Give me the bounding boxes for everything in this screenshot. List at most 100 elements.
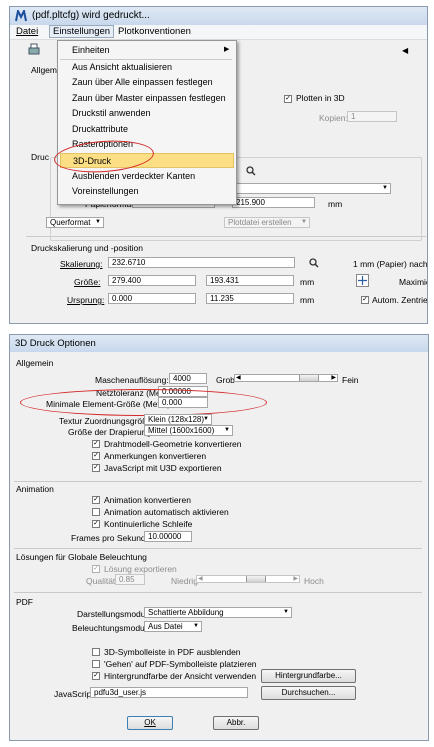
paper-height-field[interactable]: 215.900 (232, 197, 315, 208)
menu-item-voreinstellungen[interactable]: Voreinstellungen (60, 184, 234, 199)
menu-item-druckstil[interactable]: Druckstil anwenden (60, 106, 234, 121)
quality-slider[interactable]: ◀ ▶ (196, 575, 300, 583)
texture-mapping-value: Klein (128x128) (148, 415, 205, 424)
mesh-slider[interactable]: ◀ ▶ (234, 374, 338, 382)
javascript-u3d-checkbox[interactable]: ✓ (92, 464, 100, 472)
origin-y-field[interactable]: 11.235 (206, 293, 294, 304)
menu-item-label: Aus Ansicht aktualisieren (72, 62, 173, 72)
print-window: (pdf.pltcfg) wird gedruckt... Datei Eins… (9, 6, 428, 324)
menu-einstellungen[interactable]: Einstellungen (49, 25, 115, 38)
origin-x-field[interactable]: 0.000 (108, 293, 196, 304)
menu-item-zaun-alle[interactable]: Zaun über Alle einpassen festlegen (60, 75, 234, 90)
lighting-mode-value: Aus Datei (148, 622, 183, 631)
section-divider (14, 481, 422, 482)
menu-item-druckattribute[interactable]: Druckattribute (60, 122, 234, 137)
ok-button[interactable]: OK (127, 716, 173, 730)
browse-button[interactable]: Durchsuchen... (261, 686, 356, 700)
divider (26, 236, 426, 237)
size-width-field[interactable]: 279.400 (108, 275, 196, 286)
menu-item-einheiten[interactable]: Einheiten ▶ (60, 43, 234, 58)
wireframe-label: Drahtmodell-Geometrie konvertieren (104, 439, 242, 449)
goto-toolbar-checkbox[interactable] (92, 660, 100, 668)
origin-label: Ursprung: (67, 295, 105, 305)
maximize-icon[interactable] (356, 274, 369, 287)
loop-label: Kontinuierliche Schleife (104, 519, 193, 529)
plotfile-combo[interactable]: Plotdatei erstellen ▼ (224, 217, 310, 228)
low-label: Niedrig (171, 576, 198, 586)
slider-left-arrow-icon[interactable]: ◀ (236, 374, 241, 381)
chevron-down-icon: ▼ (203, 416, 209, 422)
title-bar: (pdf.pltcfg) wird gedruckt... (10, 7, 427, 25)
origin-unit-label: mm (300, 295, 315, 305)
quality-label: Qualität: (86, 576, 118, 586)
dialog-title: 3D Druck Optionen (15, 338, 96, 349)
goto-toolbar-label: 'Gehen' auf PDF-Symbolleiste platzieren (104, 659, 257, 669)
auto-center-label: Autom. Zentrier (372, 295, 428, 305)
wireframe-checkbox[interactable]: ✓ (92, 440, 100, 448)
search-icon[interactable] (309, 258, 319, 268)
background-color-button[interactable]: Hintergrundfarbe... (261, 669, 356, 683)
lighting-mode-combo[interactable]: Aus Datei ▼ (144, 621, 202, 632)
texture-mapping-combo[interactable]: Klein (128x128) ▼ (144, 414, 212, 425)
slider-thumb[interactable] (245, 576, 266, 582)
fps-field[interactable]: 10.00000 (144, 531, 192, 542)
orientation-combo[interactable]: Querformat ▼ (46, 217, 104, 228)
hide-3d-toolbar-label: 3D-Symbolleiste in PDF ausblenden (104, 647, 241, 657)
paper-unit-label: mm (328, 199, 343, 209)
animation-convert-checkbox[interactable]: ✓ (92, 496, 100, 504)
javascript-field[interactable]: pdfu3d_user.js (90, 687, 248, 698)
animation-auto-checkbox[interactable] (92, 508, 100, 516)
display-mode-label: Darstellungsmodus: (77, 609, 153, 619)
menu-item-label: Druckattribute (72, 124, 129, 134)
hide-3d-toolbar-checkbox[interactable] (92, 648, 100, 656)
plot3d-checkbox[interactable]: ✓ (284, 95, 292, 103)
menu-item-aus-ansicht[interactable]: Aus Ansicht aktualisieren (60, 60, 234, 75)
slider-right-arrow-icon[interactable]: ▶ (331, 374, 336, 381)
section-divider (14, 592, 422, 593)
copies-field[interactable]: 1 (347, 111, 397, 122)
size-height-field[interactable]: 193.431 (206, 275, 294, 286)
collapse-arrow-icon[interactable]: ◀ (402, 46, 408, 55)
drape-size-combo[interactable]: Mittel (1600x1600) ▼ (144, 425, 233, 436)
mesh-field[interactable]: 4000 (169, 373, 207, 384)
menu-item-zaun-master[interactable]: Zaun über Master einpassen festlegen (60, 91, 234, 106)
display-mode-value: Schattierte Abbildung (148, 608, 224, 617)
scale-field[interactable]: 232.6710 (108, 257, 295, 268)
animation-auto-label: Animation automatisch aktivieren (104, 507, 229, 517)
annotations-label: Anmerkungen konvertieren (104, 451, 207, 461)
size-label: Größe: (74, 277, 101, 287)
plotfile-value: Plotdatei erstellen (228, 218, 292, 227)
slider-thumb[interactable] (298, 375, 319, 381)
submenu-arrow-icon: ▶ (224, 46, 230, 53)
slider-right-arrow-icon[interactable]: ▶ (293, 575, 298, 582)
printer-icon[interactable] (27, 43, 41, 57)
printer-combo[interactable]: ▼ (228, 183, 391, 194)
menu-bar: Datei Einstellungen Plotkonventionen (10, 25, 427, 40)
view-background-label: Hintergrundfarbe der Ansicht verwenden (104, 671, 257, 681)
cancel-button[interactable]: Abbr. (213, 716, 259, 730)
menu-item-label: Voreinstellungen (72, 186, 139, 196)
lighting-export-checkbox[interactable]: ✓ (92, 565, 100, 573)
slider-left-arrow-icon[interactable]: ◀ (198, 575, 203, 582)
search-icon[interactable] (246, 166, 256, 176)
menu-item-label: Zaun über Alle einpassen festlegen (72, 77, 213, 87)
auto-center-checkbox[interactable]: ✓ (361, 296, 369, 304)
quality-field[interactable]: 0.85 (115, 574, 145, 585)
coarse-label: Grob (216, 375, 235, 385)
general-section-header: Allgemein (16, 358, 54, 368)
menu-datei[interactable]: Datei (16, 26, 38, 37)
chevron-down-icon: ▼ (193, 623, 199, 629)
menu-item-label: Einheiten (72, 45, 110, 55)
lighting-section-header: Lösungen für Globale Beleuchtung (16, 552, 147, 562)
mesh-label: Maschenauflösung: (95, 375, 169, 385)
pdf-section-header: PDF (16, 597, 33, 607)
scale-group-title: Druckskalierung und -position (31, 243, 143, 253)
annotations-checkbox[interactable]: ✓ (92, 452, 100, 460)
menu-plotkonventionen[interactable]: Plotkonventionen (118, 26, 191, 37)
display-mode-combo[interactable]: Schattierte Abbildung ▼ (144, 607, 292, 618)
print-group-fragment: Druc (31, 152, 49, 162)
view-background-checkbox[interactable]: ✓ (92, 672, 100, 680)
plot3d-label: Plotten in 3D (296, 93, 345, 103)
menu-item-label: Ausblenden verdeckter Kanten (72, 171, 196, 181)
loop-checkbox[interactable]: ✓ (92, 520, 100, 528)
